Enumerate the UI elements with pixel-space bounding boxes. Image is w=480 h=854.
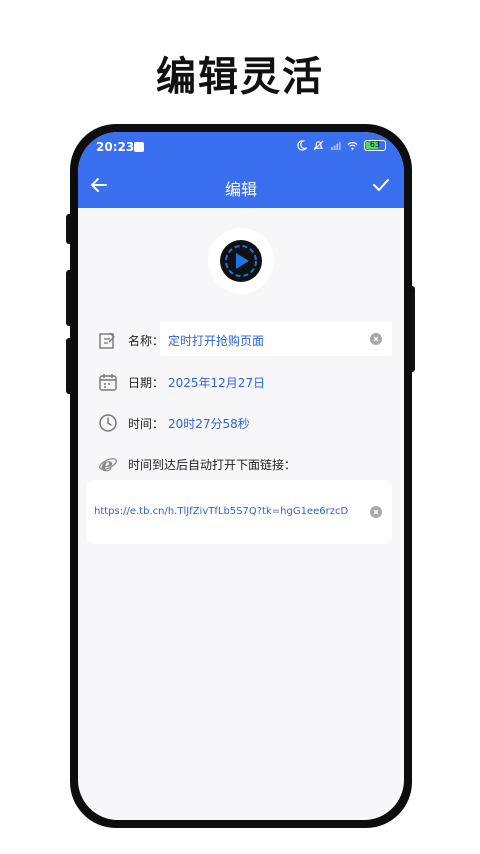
app-bar: 编辑 bbox=[78, 162, 404, 208]
name-label: 名称： bbox=[128, 334, 165, 348]
name-row: 名称： bbox=[98, 324, 398, 356]
phone-frame: 20:23 63 编辑 定时打开抢购页面 名称： 日期： 2025年12月27日… bbox=[70, 124, 412, 828]
page-title: 编辑 bbox=[224, 180, 257, 199]
svg-text:e: e bbox=[101, 454, 113, 474]
status-bar: 20:23 63 bbox=[78, 132, 404, 162]
edit-note-icon bbox=[99, 332, 115, 349]
battery-level: 63 bbox=[369, 140, 381, 149]
status-time: 20:23 bbox=[96, 140, 135, 154]
status-icons: 63 bbox=[296, 140, 386, 151]
mute-icon bbox=[313, 140, 324, 151]
wifi-icon bbox=[347, 142, 358, 150]
url-field[interactable]: https://e.tb.cn/h.TlJfZivTfLb5S7Q?tk=hgG… bbox=[94, 506, 348, 517]
link-label: 时间到达后自动打开下面链接： bbox=[128, 458, 297, 472]
date-value[interactable]: 2025年12月27日 bbox=[168, 374, 265, 391]
promo-headline: 编辑灵活 bbox=[156, 54, 324, 100]
time-row[interactable]: 时间： 20时27分58秒 bbox=[98, 407, 398, 439]
wrench-icon bbox=[134, 142, 144, 152]
browser-e-icon: e bbox=[99, 454, 117, 474]
url-input-card[interactable]: https://e.tb.cn/h.TlJfZivTfLb5S7Q?tk=hgG… bbox=[86, 480, 392, 544]
signal-icon bbox=[330, 141, 341, 151]
play-logo-icon bbox=[220, 240, 262, 282]
check-icon[interactable] bbox=[370, 174, 392, 196]
link-row: e 时间到达后自动打开下面链接： bbox=[98, 448, 398, 480]
phone-screen: 20:23 63 编辑 定时打开抢购页面 名称： 日期： 2025年12月27日… bbox=[78, 132, 404, 820]
date-row[interactable]: 日期： 2025年12月27日 bbox=[98, 366, 398, 398]
time-value[interactable]: 20时27分58秒 bbox=[168, 415, 250, 432]
clock-icon bbox=[99, 414, 117, 432]
battery-icon: 63 bbox=[364, 140, 386, 151]
calendar-icon bbox=[99, 374, 117, 391]
date-label: 日期： bbox=[128, 376, 165, 390]
moon-icon bbox=[297, 140, 307, 151]
time-label: 时间： bbox=[128, 417, 165, 431]
clear-icon[interactable] bbox=[370, 506, 382, 518]
app-logo[interactable] bbox=[208, 228, 274, 294]
